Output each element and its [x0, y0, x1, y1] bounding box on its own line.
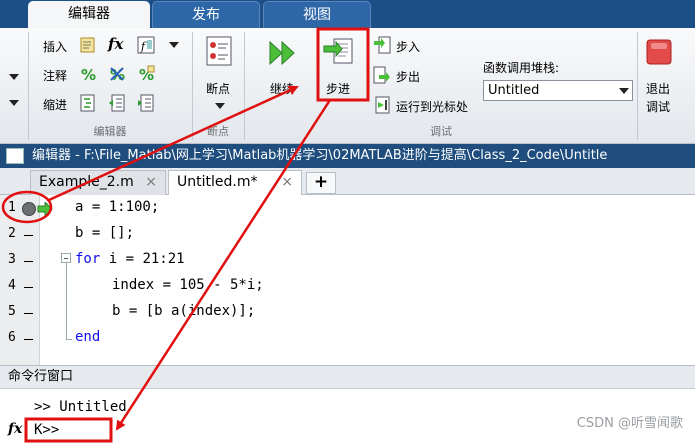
line-number-gutter[interactable]	[0, 195, 40, 365]
uncomment-icon[interactable]: %	[108, 65, 126, 83]
editor-title-bar: 编辑器 - F:\File_Matlab\网上学习\Matlab机器学习\02M…	[0, 144, 695, 168]
breakpoint-dot-icon[interactable]	[22, 202, 36, 216]
doc-tab-label: Example_2.m	[39, 174, 134, 190]
line-number: 5	[8, 304, 16, 319]
step-icon[interactable]	[322, 38, 356, 68]
quit-debug-icon[interactable]	[642, 38, 676, 68]
fold-toggle-icon[interactable]	[61, 253, 71, 263]
executable-line-marker[interactable]	[24, 287, 33, 288]
wrap-comment-icon[interactable]: %	[137, 65, 155, 83]
editor-title-text: 编辑器 - F:\File_Matlab\网上学习\Matlab机器学习\02M…	[32, 148, 608, 163]
code-line-2[interactable]: b = [];	[75, 225, 134, 241]
keyword-for: for	[75, 251, 101, 267]
smart-indent-icon[interactable]	[79, 94, 97, 112]
breakpoint-button-label[interactable]: 断点	[206, 80, 230, 97]
fold-guide-end	[66, 339, 72, 340]
toolstrip-tab-bar: 编辑器 发布 视图	[0, 0, 695, 28]
doc-tab-example2[interactable]: Example_2.m ×	[30, 170, 166, 195]
executable-line-marker[interactable]	[24, 313, 33, 314]
code-line-5[interactable]: b = [b a(index)];	[112, 303, 255, 319]
code-line-1[interactable]: a = 1:100;	[75, 199, 159, 215]
code-text: i = 21:21	[100, 251, 185, 267]
command-output: >> Untitled	[34, 399, 127, 415]
continue-icon[interactable]	[266, 38, 300, 68]
watermark: CSDN @听雪闻歌	[576, 416, 683, 431]
code-line-6[interactable]: end	[75, 329, 100, 345]
call-stack-select[interactable]: Untitled	[483, 80, 633, 101]
line-number: 4	[8, 278, 16, 293]
add-tab-button[interactable]: +	[306, 172, 336, 194]
group-label-debug: 调试	[430, 125, 452, 138]
tab-editor[interactable]: 编辑器	[28, 1, 150, 28]
current-line-arrow-icon	[37, 202, 53, 216]
step-out-icon[interactable]	[373, 66, 391, 84]
close-icon[interactable]: ×	[281, 171, 293, 194]
call-stack-value: Untitled	[488, 83, 540, 98]
step-in-icon[interactable]	[373, 36, 391, 54]
insert-label[interactable]: 插入	[43, 38, 67, 55]
command-prompt[interactable]: K>>	[34, 422, 59, 438]
step-label[interactable]: 步进	[326, 80, 350, 97]
breakpoint-dropdown-icon[interactable]	[214, 102, 226, 110]
doc-tab-label: Untitled.m*	[177, 174, 258, 190]
decrease-indent-icon[interactable]	[137, 94, 155, 112]
quit-debug-label-1[interactable]: 退出	[646, 80, 670, 97]
step-in-label[interactable]: 步入	[396, 38, 420, 55]
executable-line-marker[interactable]	[24, 339, 33, 340]
line-number: 2	[8, 226, 16, 241]
document-tab-bar: Example_2.m × Untitled.m* × +	[0, 168, 695, 195]
command-window[interactable]: >> Untitled fx K>> CSDN @听雪闻歌	[0, 389, 695, 443]
line-number: 3	[8, 252, 16, 267]
chevron-down-icon	[619, 88, 629, 94]
command-window-title: 命令行窗口	[8, 369, 74, 384]
fx-icon[interactable]: fx	[8, 421, 22, 437]
editor-window-icon	[6, 148, 24, 164]
step-out-label[interactable]: 步出	[396, 68, 420, 85]
fold-guide	[66, 263, 67, 339]
close-icon[interactable]: ×	[145, 171, 157, 194]
line-number: 6	[8, 330, 16, 345]
ribbon: 插入 注释 缩进 fx f % % % 编辑器 断点 断点 继续 步进	[0, 28, 695, 144]
command-window-header[interactable]: 命令行窗口	[0, 365, 695, 389]
doc-tab-untitled[interactable]: Untitled.m* ×	[168, 170, 302, 195]
comment-label[interactable]: 注释	[43, 67, 67, 84]
line-number: 1	[8, 200, 16, 215]
quit-debug-label-2[interactable]: 调试	[646, 98, 670, 115]
svg-text:%: %	[81, 66, 96, 83]
code-line-3[interactable]: for i = 21:21	[75, 251, 185, 267]
call-stack-label: 函数调用堆栈:	[483, 61, 560, 75]
tab-view[interactable]: 视图	[263, 1, 371, 28]
fx-icon[interactable]: fx	[108, 35, 123, 53]
insert-icon[interactable]	[79, 36, 97, 54]
executable-line-marker[interactable]	[24, 235, 33, 236]
chevron-down-icon[interactable]	[168, 41, 180, 49]
code-editor[interactable]: 1 2 3 4 5 6 a = 1:100; b = []; for i = 2…	[0, 195, 695, 365]
increase-indent-icon[interactable]	[108, 94, 126, 112]
executable-line-marker[interactable]	[24, 261, 33, 262]
breakpoint-icon[interactable]	[203, 36, 237, 66]
tab-publish[interactable]: 发布	[152, 1, 260, 28]
function-browser-icon[interactable]: f	[137, 36, 155, 54]
group-label-editor: 编辑器	[93, 125, 127, 138]
code-line-4[interactable]: index = 105 - 5*i;	[112, 277, 264, 293]
indent-label[interactable]: 缩进	[43, 96, 67, 113]
group-label-breakpoint: 断点	[207, 125, 229, 138]
run-to-cursor-icon[interactable]	[373, 96, 391, 114]
run-to-cursor-label[interactable]: 运行到光标处	[396, 98, 468, 115]
collapsed-menu-icon[interactable]	[8, 70, 20, 110]
comment-percent-icon[interactable]: %	[79, 65, 97, 83]
continue-label[interactable]: 继续	[270, 80, 294, 97]
